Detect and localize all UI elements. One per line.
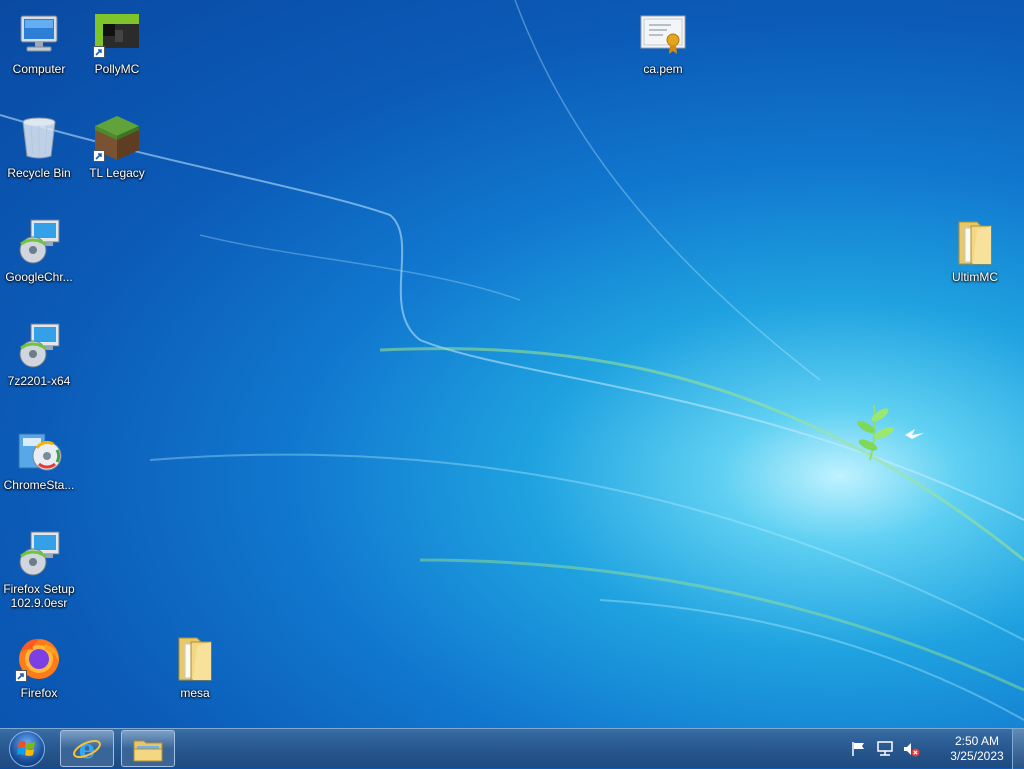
icon-label: GoogleChr...	[5, 270, 73, 284]
icon-label: Firefox Setup 102.9.0esr	[3, 582, 75, 610]
icon-label: Recycle Bin	[7, 166, 71, 180]
action-center-flag-icon[interactable]	[850, 740, 868, 758]
icon-label: ca.pem	[643, 62, 683, 76]
folder-icon	[171, 634, 219, 682]
icon-label: ChromeSta...	[3, 478, 75, 492]
volume-muted-icon[interactable]	[902, 740, 920, 758]
setup-disc-icon	[15, 426, 63, 474]
taskbar-internet-explorer-button[interactable]: e	[60, 730, 114, 767]
taskbar-file-explorer-button[interactable]	[121, 730, 175, 767]
icon-label: Computer	[12, 62, 66, 76]
icon-label: mesa	[180, 686, 210, 700]
folder-icon	[951, 218, 999, 266]
firefox-icon	[15, 634, 63, 682]
file-explorer-icon	[132, 735, 164, 763]
desktop-icon-computer[interactable]: Computer	[0, 0, 78, 96]
desktop-icon-pollymc[interactable]: PollyMC	[78, 0, 156, 96]
system-tray: 2:50 AM 3/25/2023	[850, 729, 1010, 769]
start-button[interactable]	[0, 729, 54, 769]
windows-logo-icon	[9, 731, 45, 767]
internet-explorer-icon: e	[72, 734, 102, 765]
certificate-icon	[639, 10, 687, 58]
icon-label: Firefox	[20, 686, 58, 700]
desktop-icon-googlechrome-installer[interactable]: GoogleChr...	[0, 208, 78, 304]
show-desktop-button[interactable]	[1012, 729, 1024, 769]
icon-label: PollyMC	[94, 62, 140, 76]
pollymc-icon	[93, 10, 141, 58]
desktop-icon-firefox[interactable]: Firefox	[0, 624, 78, 720]
shortcut-arrow-icon	[93, 46, 105, 58]
icon-label: 7z2201-x64	[7, 374, 71, 388]
installer-icon	[15, 218, 63, 266]
desktop-icon-recycle-bin[interactable]: Recycle Bin	[0, 104, 78, 200]
desktop-icon-ca-pem[interactable]: ca.pem	[624, 0, 702, 96]
shortcut-arrow-icon	[15, 670, 27, 682]
shortcut-arrow-icon	[93, 150, 105, 162]
desktop-icon-tl-legacy[interactable]: TL Legacy	[78, 104, 156, 200]
desktop-icon-mesa[interactable]: mesa	[156, 624, 234, 720]
taskbar: e 2:50 AM 3/25/2023	[0, 728, 1024, 769]
desktop-icon-7z2201-x64[interactable]: 7z2201-x64	[0, 312, 78, 408]
installer-icon	[15, 530, 63, 578]
installer-icon	[15, 322, 63, 370]
desktop-icon-chromestandalone[interactable]: ChromeSta...	[0, 416, 78, 512]
svg-text:e: e	[79, 735, 96, 764]
icon-label: TL Legacy	[89, 166, 145, 180]
computer-icon	[15, 10, 63, 58]
desktop-icon-ultimmc[interactable]: UltimMC	[936, 208, 1014, 304]
recycle-bin-icon	[15, 114, 63, 162]
clock-date: 3/25/2023	[950, 749, 1004, 763]
network-icon[interactable]	[876, 740, 894, 758]
clock[interactable]: 2:50 AM 3/25/2023	[944, 734, 1010, 764]
clock-time: 2:50 AM	[954, 734, 1000, 748]
minecraft-grass-block-icon	[93, 114, 141, 162]
desktop-icon-firefox-setup[interactable]: Firefox Setup 102.9.0esr	[0, 520, 78, 616]
icon-label: UltimMC	[952, 270, 998, 284]
